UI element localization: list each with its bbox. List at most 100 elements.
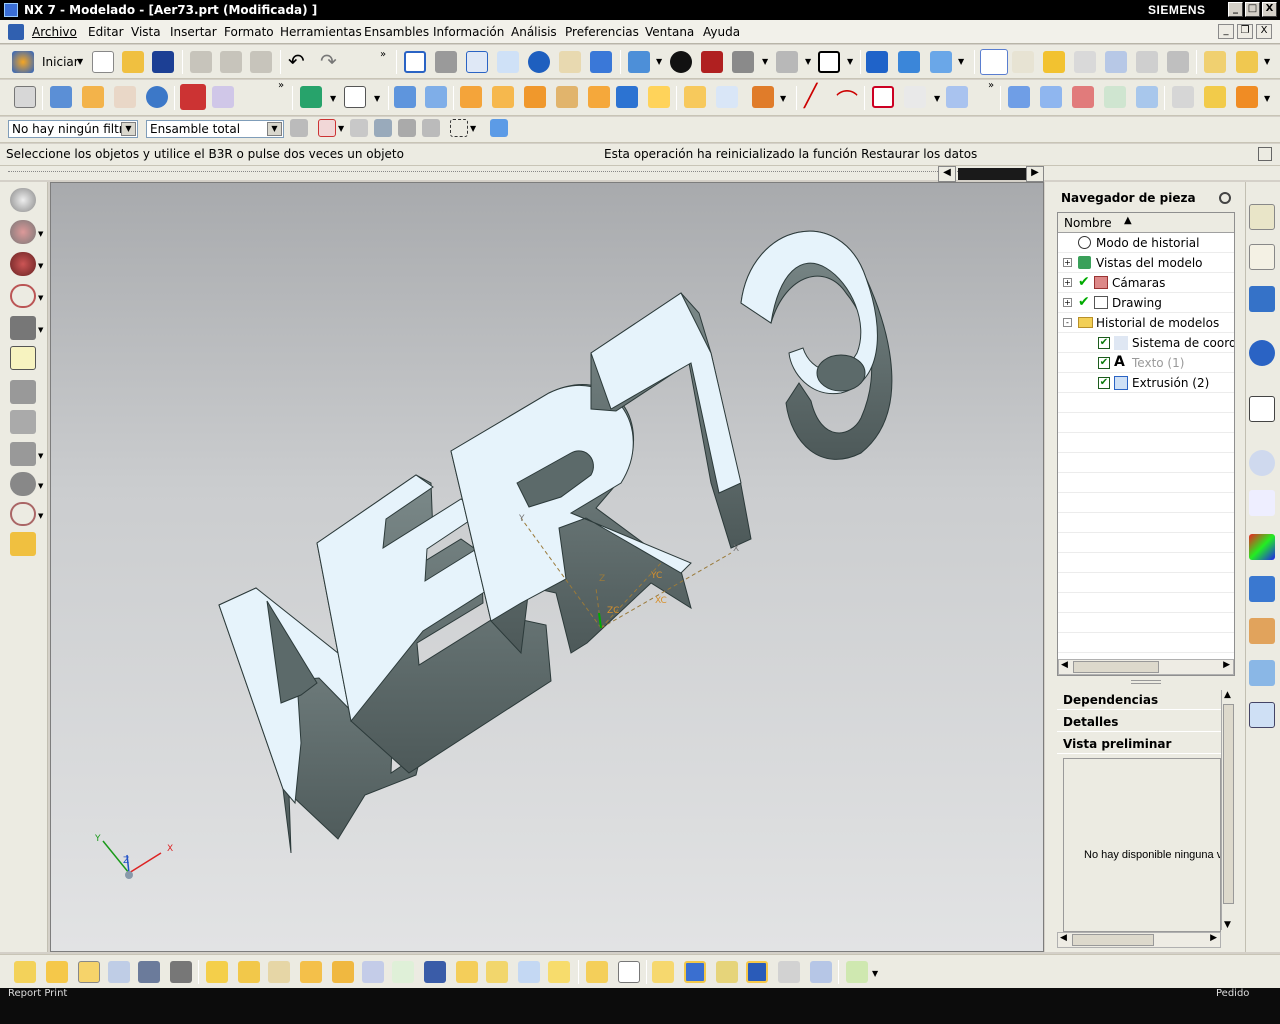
pattern-icon[interactable] (684, 86, 706, 108)
scroll-down-icon[interactable]: ▼ (1224, 920, 1231, 930)
section-dropdown-icon[interactable]: ▼ (805, 57, 811, 66)
chamfer-icon[interactable] (588, 86, 610, 108)
scroll-thumb[interactable] (1223, 704, 1234, 904)
menu-ventana[interactable]: Ventana (645, 25, 694, 39)
maximize-button[interactable]: □ (1245, 2, 1260, 17)
scroll-thumb[interactable] (1072, 934, 1154, 946)
save-icon[interactable] (152, 51, 174, 73)
revolve-icon[interactable] (425, 86, 447, 108)
visibility-checkbox[interactable]: ✔ (1098, 377, 1110, 389)
sel-face-icon[interactable] (14, 961, 36, 983)
rectangle-select-icon[interactable] (450, 119, 468, 137)
splitter-grip[interactable] (1131, 680, 1161, 684)
collapse-icon[interactable]: - (1063, 318, 1072, 327)
checkmark-icon[interactable]: ✔ (1078, 274, 1090, 290)
tree-row-model-history[interactable]: - Historial de modelos (1058, 313, 1234, 333)
tree-row-drawing[interactable]: + ✔ Drawing (1058, 293, 1234, 313)
graphics-window[interactable]: X Y Z XC YC ZC X Y Z (50, 182, 1044, 952)
visibility-checkbox[interactable]: ✔ (1098, 337, 1110, 349)
undo-icon[interactable]: ↶ (288, 49, 305, 73)
start-dropdown-icon[interactable]: ▼ (77, 57, 83, 66)
drafting-icon[interactable] (1172, 86, 1194, 108)
through-curves-icon[interactable] (1008, 86, 1030, 108)
studio-icon[interactable] (10, 316, 36, 340)
tree-row-model-views[interactable]: + Vistas del modelo (1058, 253, 1234, 273)
fit-icon[interactable] (404, 51, 426, 73)
mdi-restore-button[interactable]: ❐ (1237, 24, 1253, 39)
scroll-left-icon[interactable]: ◀ (1060, 933, 1067, 943)
stop-at-intersection-icon[interactable] (398, 119, 416, 137)
dropdown-icon[interactable]: ▼ (38, 262, 43, 270)
copy-to-layer-icon[interactable] (114, 86, 136, 108)
wcs-dynamic-icon[interactable] (1043, 51, 1065, 73)
expand-icon[interactable]: + (1063, 278, 1072, 287)
n-sided-icon[interactable] (1104, 86, 1126, 108)
menu-herramientas[interactable]: Herramientas (280, 25, 362, 39)
dropdown-icon[interactable]: ▼ (38, 326, 43, 334)
wcs-orient-icon[interactable] (1012, 51, 1034, 73)
type-filter-select[interactable]: No hay ningún filtro ▼ (8, 120, 138, 138)
scroll-left-icon[interactable]: ◀ (1061, 660, 1068, 670)
menu-editar[interactable]: Editar (88, 25, 124, 39)
shell-icon[interactable] (616, 86, 638, 108)
select-body-icon[interactable] (490, 119, 508, 137)
properties-icon[interactable] (778, 961, 800, 983)
intersect-icon[interactable] (524, 86, 546, 108)
system-materials-icon[interactable] (1249, 490, 1275, 516)
open-folder-icon[interactable] (122, 51, 144, 73)
floor-grid-icon[interactable] (10, 410, 36, 434)
link-icon[interactable] (716, 961, 738, 983)
render-icon[interactable] (1204, 86, 1226, 108)
dropdown-icon[interactable]: ▼ (38, 230, 43, 238)
assembly-navigator-icon[interactable] (1249, 204, 1275, 230)
no-icon[interactable] (10, 284, 36, 308)
column-header[interactable]: Nombre ▲ (1058, 213, 1234, 233)
taskbar-right-label[interactable]: Pedido (1216, 988, 1249, 999)
key-icon[interactable] (10, 532, 36, 556)
scroll-right-icon[interactable]: ▶ (1026, 166, 1044, 182)
section-details[interactable]: Detalles (1057, 712, 1233, 732)
material-dropdown-icon[interactable]: ▼ (1264, 94, 1270, 103)
dropdown-icon[interactable]: ▼ (38, 294, 43, 302)
constraint-navigator-icon[interactable] (1249, 244, 1275, 270)
trim-body-icon[interactable] (752, 86, 774, 108)
mirror-assembly-icon[interactable] (332, 961, 354, 983)
chevron-down-icon[interactable]: ▼ (121, 122, 136, 136)
add-component-icon[interactable] (206, 961, 228, 983)
cut-icon[interactable] (190, 51, 212, 73)
move-component-icon[interactable] (866, 51, 888, 73)
redo-icon[interactable]: ↷ (320, 49, 337, 73)
face-analysis-icon[interactable] (10, 252, 36, 276)
info-icon[interactable] (1249, 340, 1275, 366)
chevron-down-icon[interactable]: ▼ (267, 122, 282, 136)
layer-visible-icon[interactable] (50, 86, 72, 108)
new-file-icon[interactable] (92, 51, 114, 73)
wcs-display-icon[interactable] (980, 49, 1008, 75)
sel-body-icon[interactable] (46, 961, 68, 983)
sequence-nav-icon[interactable] (810, 961, 832, 983)
curve-rule-icon[interactable] (350, 119, 368, 137)
show-hide-icon[interactable] (146, 86, 168, 108)
scroll-up-icon[interactable]: ▲ (1224, 690, 1231, 700)
no-icon[interactable] (10, 502, 36, 526)
component-icon[interactable] (138, 961, 160, 983)
visibility-checkbox[interactable]: ✔ (1098, 357, 1110, 369)
history-icon[interactable] (1249, 450, 1275, 476)
tree-row-history-mode[interactable]: Modo de historial (1058, 233, 1234, 253)
scroll-left-icon[interactable]: ◀ (938, 166, 956, 182)
menu-ayuda[interactable]: Ayuda (703, 25, 740, 39)
scroll-right-icon[interactable]: ▶ (1223, 660, 1230, 670)
menu-vista[interactable]: Vista (131, 25, 161, 39)
menu-ensambles[interactable]: Ensambles (364, 25, 429, 39)
background-icon[interactable] (818, 51, 840, 73)
unite-icon[interactable] (460, 86, 482, 108)
process-studio-icon[interactable] (1249, 576, 1275, 602)
surface-analysis-icon[interactable] (212, 86, 234, 108)
reset-filter-icon[interactable] (290, 119, 308, 137)
highlight-icon[interactable] (10, 346, 36, 370)
zoom-window-icon[interactable] (435, 51, 457, 73)
start-button[interactable]: Iniciar (42, 55, 79, 69)
sphere-icon[interactable] (10, 188, 36, 212)
tree-row-extrude[interactable]: ✔ Extrusión (2) (1058, 373, 1234, 393)
reposition-icon[interactable] (930, 51, 952, 73)
